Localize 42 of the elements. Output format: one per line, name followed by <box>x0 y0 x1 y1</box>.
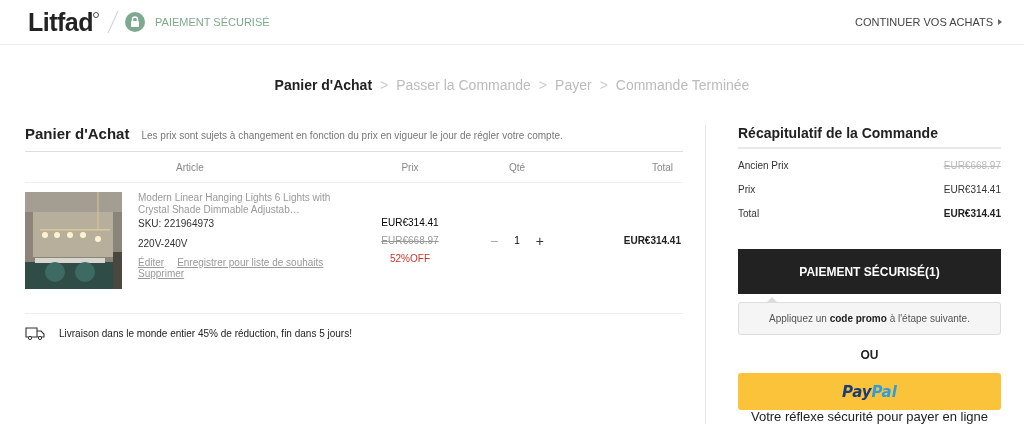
summary-value: EUR€668.97 <box>943 159 1001 171</box>
checkout-step: Commande Terminée <box>615 77 750 93</box>
slash-icon <box>107 10 120 34</box>
summary-label: Total <box>738 207 760 219</box>
summary-label: Ancien Prix <box>738 159 789 171</box>
summary-title: Récapitulatif de la Commande <box>738 125 1001 149</box>
promo-code-hint: Appliquez un code promo à l'étape suivante. <box>738 302 1001 335</box>
shipping-note: Livraison dans le monde entier 45% de réduction, fin dans 5 jours! <box>59 327 352 339</box>
unit-price: EUR€314.41 <box>381 217 439 228</box>
increase-quantity-button[interactable]: + <box>535 232 544 249</box>
paypal-tagline: Votre réflexe sécurité pour payer en ligne <box>750 410 989 423</box>
step-separator: > <box>380 77 389 93</box>
brand-logo[interactable]: Litfad <box>28 7 94 37</box>
step-separator: > <box>599 77 608 93</box>
step-separator: > <box>538 77 548 93</box>
column-header: Article <box>175 161 205 173</box>
summary-value: EUR€314.41 <box>943 207 1001 219</box>
original-price: EUR€668.97 <box>381 235 439 246</box>
paypal-button[interactable]: PayPal <box>738 373 1001 410</box>
caret-icon <box>998 19 1002 25</box>
column-header: Total <box>650 161 674 173</box>
or-label: OU <box>859 348 880 362</box>
continue-shopping-link[interactable]: CONTINUER VOS ACHATS <box>855 16 1002 28</box>
summary-label: Prix <box>738 183 756 195</box>
quantity-value: 1 <box>514 235 520 246</box>
summary-value: EUR€314.41 <box>943 183 1001 195</box>
secure-payment-label: PAIEMENT SÉCURISÉ <box>155 16 270 28</box>
column-header: Qté <box>507 161 527 173</box>
discount-label: 52%OFF <box>390 253 430 264</box>
lock-icon <box>125 12 146 32</box>
checkout-step: Passer la Commande <box>396 77 531 93</box>
line-total: EUR€314.41 <box>622 235 682 246</box>
price-notice: Les prix sont sujets à changement en fonction du prix en vigueur le jour de régler votre compte. <box>141 130 563 141</box>
column-header: Prix <box>400 161 420 173</box>
secure-checkout-button[interactable]: PAIEMENT SÉCURISÉ(1) <box>738 249 1001 294</box>
checkout-step: Panier d'Achat <box>274 77 373 93</box>
product-variant: 220V-240V <box>138 238 189 249</box>
truck-icon <box>25 326 45 340</box>
registered-icon <box>93 12 100 18</box>
checkout-step: Payer <box>555 77 592 93</box>
cart-title: Panier d'Achat <box>25 125 130 142</box>
product-sku: SKU: 221964973 <box>138 218 216 229</box>
